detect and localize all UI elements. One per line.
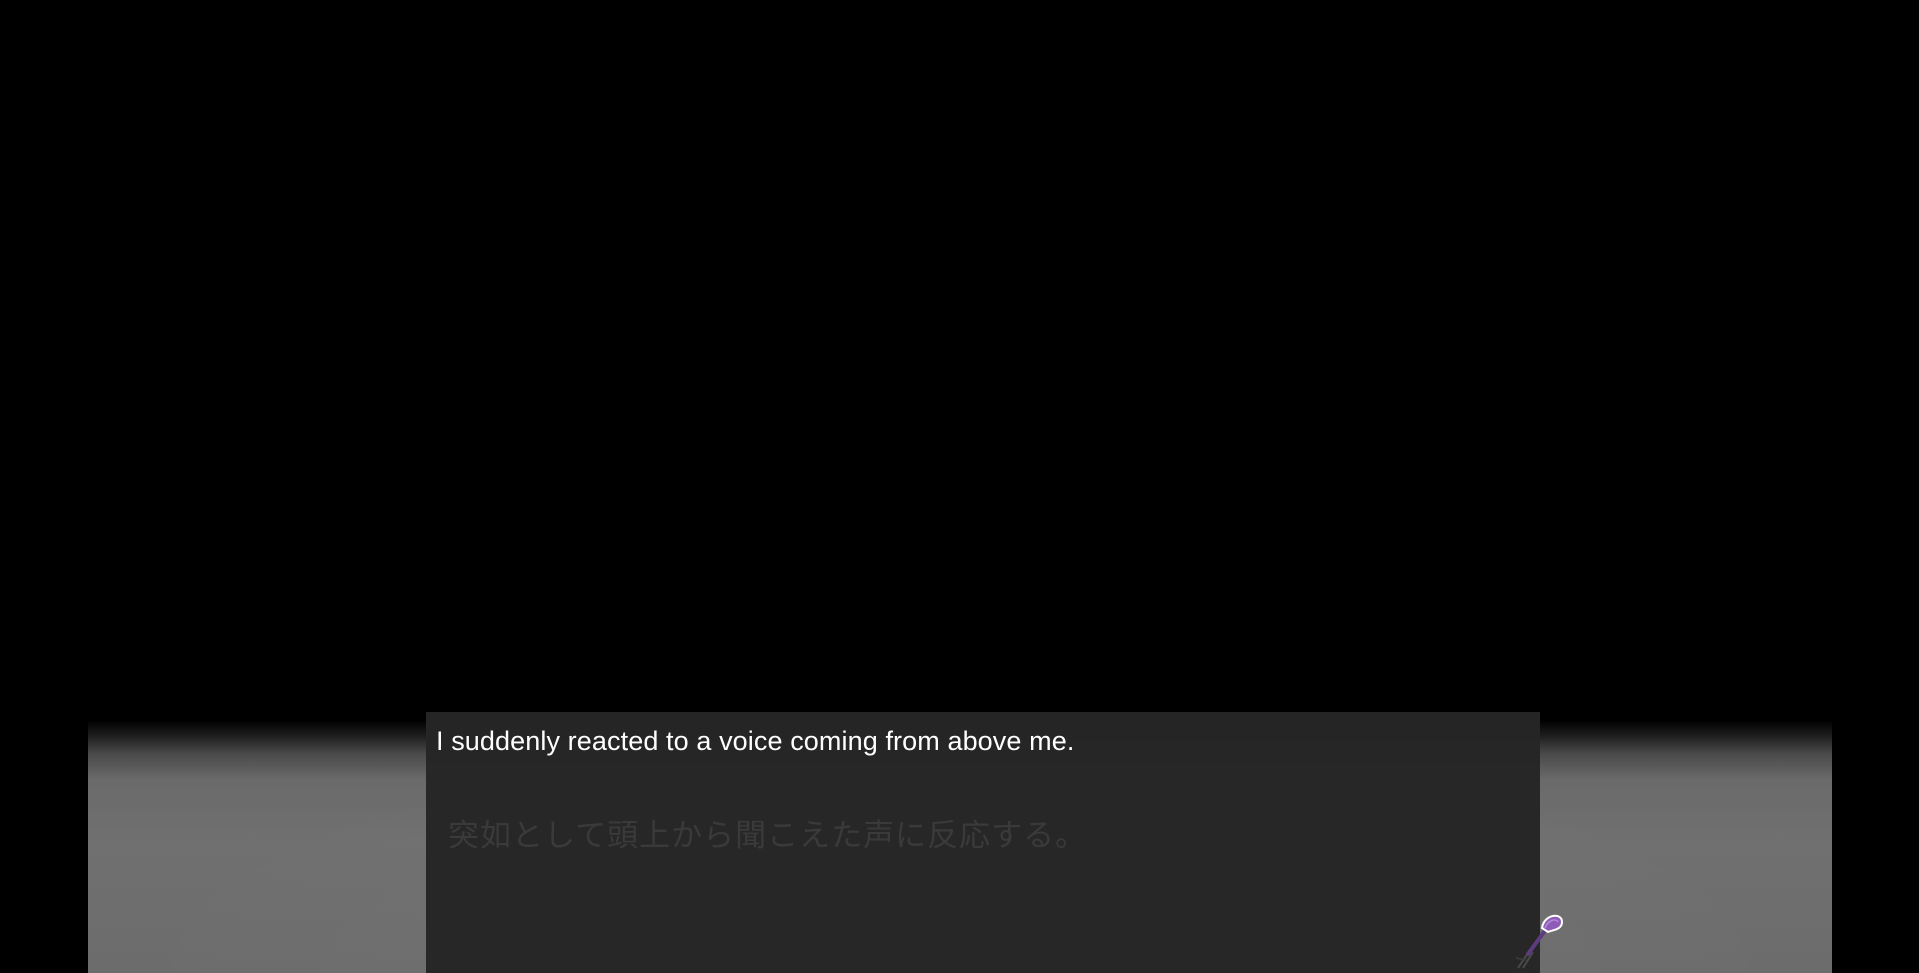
game-screen[interactable]: I suddenly reacted to a voice coming fro…	[0, 0, 1919, 973]
dialogue-textbox[interactable]: I suddenly reacted to a voice coming fro…	[426, 712, 1540, 973]
original-japanese-text: 突如として頭上から聞こえた声に反応する。	[448, 818, 1088, 854]
dialogue-text: I suddenly reacted to a voice coming fro…	[436, 726, 1075, 756]
quill-pen-icon[interactable]	[1514, 910, 1566, 972]
